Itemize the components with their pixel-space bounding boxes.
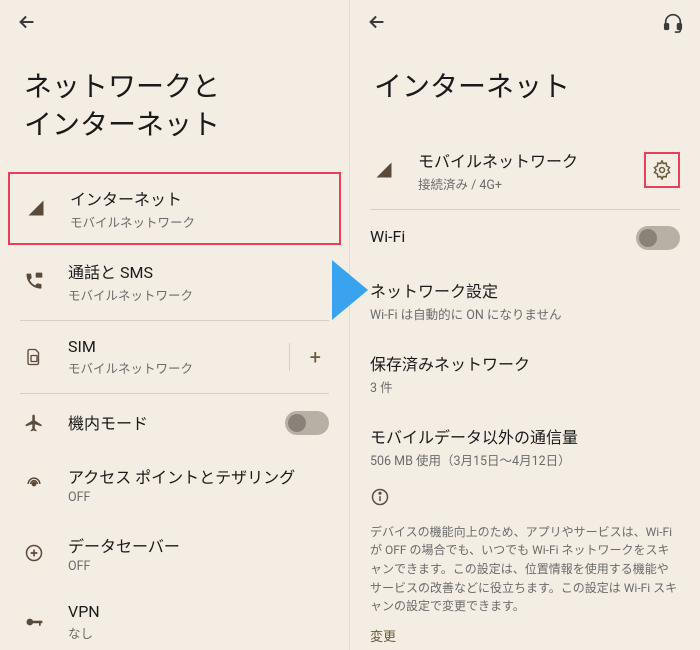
screen-internet: インターネット モバイルネットワーク 接続済み / 4G+ Wi-Fi ネットワ… xyxy=(350,0,700,650)
info-text: デバイスの機能向上のため、アプリやサービスは、Wi-Fi が OFF の場合でも… xyxy=(370,523,680,616)
divider xyxy=(370,209,680,210)
item-sub: モバイルネットワーク xyxy=(68,285,329,304)
page-title: ネットワークと インターネット xyxy=(0,48,349,172)
item-title: SIM xyxy=(68,337,289,356)
gear-icon xyxy=(652,160,672,180)
vpn-key-icon xyxy=(20,612,48,632)
wifi-toggle[interactable] xyxy=(636,226,680,250)
item-title: モバイルデータ以外の通信量 xyxy=(370,424,680,448)
item-sub: モバイルネットワーク xyxy=(68,358,289,377)
divider xyxy=(20,320,329,321)
item-sub: OFF xyxy=(68,490,329,505)
item-title: ネットワーク設定 xyxy=(370,278,680,302)
item-sub: OFF xyxy=(68,559,329,574)
item-sub: Wi-Fi は自動的に ON になりません xyxy=(370,304,680,323)
phone-sms-icon xyxy=(20,271,48,291)
add-sim-icon[interactable]: + xyxy=(310,345,329,369)
item-sub: 接続済み / 4G+ xyxy=(418,174,644,193)
signal-icon xyxy=(22,199,50,217)
item-sub: モバイルネットワーク xyxy=(70,212,327,231)
topbar xyxy=(350,0,700,48)
divider xyxy=(289,343,290,371)
item-title: 通話と SMS xyxy=(68,259,329,283)
item-title: 保存済みネットワーク xyxy=(370,351,680,375)
item-title: アクセス ポイントとテザリング xyxy=(68,464,329,488)
item-vpn[interactable]: VPN なし xyxy=(0,588,349,650)
hotspot-icon xyxy=(20,474,48,494)
airplane-icon xyxy=(20,413,48,433)
item-internet[interactable]: インターネット モバイルネットワーク xyxy=(8,172,341,245)
item-title: 機内モード xyxy=(68,410,285,434)
datasaver-icon xyxy=(20,543,48,563)
info-icon xyxy=(350,483,700,513)
change-button[interactable]: 変更 xyxy=(370,626,680,645)
back-icon[interactable] xyxy=(16,11,38,37)
sim-icon xyxy=(20,347,48,367)
item-airplane-mode[interactable]: 機内モード xyxy=(0,396,349,450)
item-mobile-network[interactable]: モバイルネットワーク 接続済み / 4G+ xyxy=(350,134,700,207)
item-saved-networks[interactable]: 保存済みネットワーク 3 件 xyxy=(350,337,700,410)
divider xyxy=(20,393,329,394)
mobile-network-settings-button[interactable] xyxy=(644,152,680,188)
item-sub: 3 件 xyxy=(370,377,680,396)
signal-icon xyxy=(370,161,398,179)
arrow-icon xyxy=(332,260,368,324)
item-hotspot[interactable]: アクセス ポイントとテザリング OFF xyxy=(0,450,349,519)
item-network-settings[interactable]: ネットワーク設定 Wi-Fi は自動的に ON になりません xyxy=(350,264,700,337)
item-title: データセーバー xyxy=(68,533,329,557)
screen-network-settings: ネットワークと インターネット インターネット モバイルネットワーク 通話と S… xyxy=(0,0,350,650)
item-calls-sms[interactable]: 通話と SMS モバイルネットワーク xyxy=(0,245,349,318)
item-non-mobile-data[interactable]: モバイルデータ以外の通信量 506 MB 使用（3月15日～4月12日） xyxy=(350,410,700,483)
item-datasaver[interactable]: データセーバー OFF xyxy=(0,519,349,588)
item-title: インターネット xyxy=(70,186,327,210)
item-wifi[interactable]: Wi-Fi xyxy=(350,212,700,264)
item-title: VPN xyxy=(68,602,329,621)
item-sim[interactable]: SIM モバイルネットワーク + xyxy=(0,323,349,391)
item-sub: なし xyxy=(68,623,329,642)
page-title: インターネット xyxy=(350,48,700,134)
headset-icon[interactable] xyxy=(662,11,684,37)
item-sub: 506 MB 使用（3月15日～4月12日） xyxy=(370,450,680,469)
item-title: モバイルネットワーク xyxy=(418,148,644,172)
airplane-toggle[interactable] xyxy=(285,411,329,435)
back-icon[interactable] xyxy=(366,11,388,37)
item-title: Wi-Fi xyxy=(370,227,636,246)
topbar xyxy=(0,0,349,48)
